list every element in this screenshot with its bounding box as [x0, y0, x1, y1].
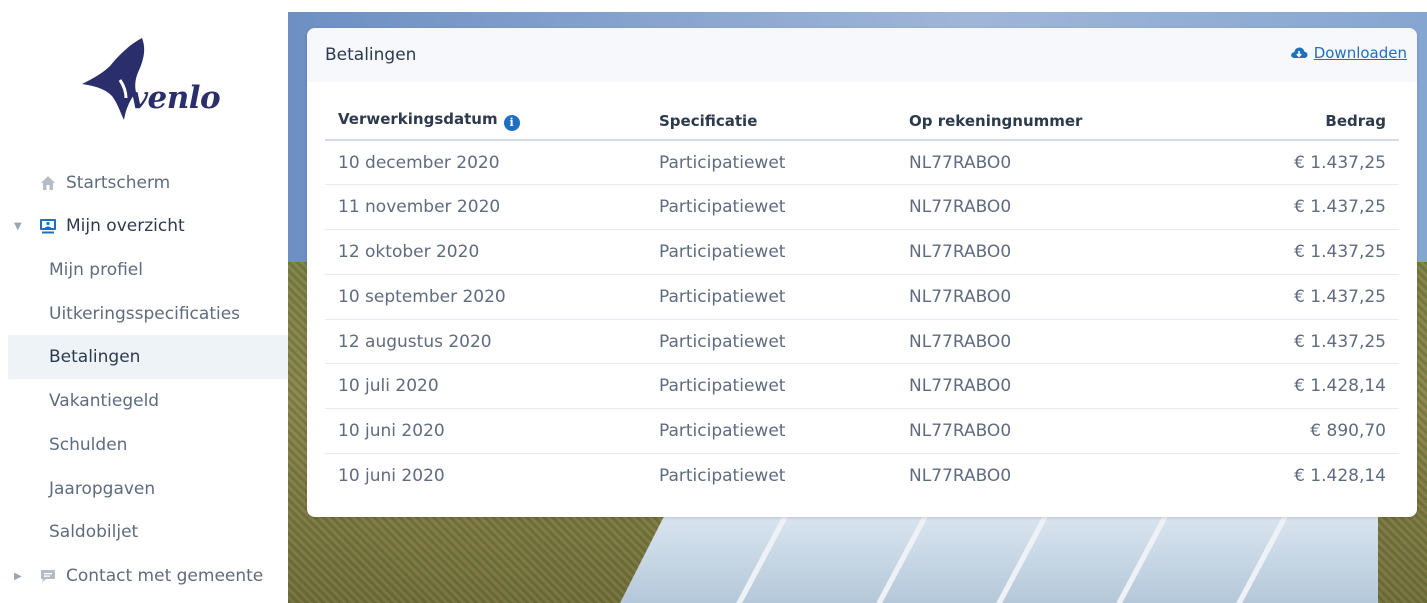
- app: venlo Startscherm ▼ Mijn overzicht Mijn …: [0, 0, 1427, 603]
- sidebar-item-label: Contact met gemeente: [66, 566, 264, 586]
- cell-amount: € 1.437,25: [1196, 140, 1399, 186]
- sidebar-item-label: Saldobiljet: [49, 522, 139, 542]
- table-header-row: Verwerkingsdatum i Specificatie Op rekeni…: [325, 102, 1399, 141]
- venlo-logo[interactable]: venlo: [80, 36, 230, 126]
- cell-account: NL77RABO0: [896, 408, 1196, 455]
- table-row[interactable]: 10 juli 2020 Participatiewet NL77RABO0 €…: [325, 363, 1399, 410]
- sidebar-item-label: Jaaropgaven: [49, 479, 156, 499]
- table-row[interactable]: 11 november 2020 Participatiewet NL77RAB…: [325, 184, 1399, 231]
- sidebar-item-betalingen[interactable]: Betalingen: [8, 335, 288, 379]
- sidebar-item-mijn-profiel[interactable]: Mijn profiel: [8, 248, 288, 292]
- cell-date: 10 juni 2020: [338, 466, 445, 487]
- cell-account: NL77RABO0: [896, 184, 1196, 231]
- sidebar-item-label: Betalingen: [49, 347, 141, 367]
- cell-account: NL77RABO0: [896, 363, 1196, 410]
- sidebar-item-jaaropgaven[interactable]: Jaaropgaven: [8, 467, 288, 511]
- cell-account: NL77RABO0: [909, 466, 1012, 487]
- cell-account: NL77RABO0: [896, 319, 1196, 365]
- cell-amount: € 1.437,25: [1196, 274, 1399, 320]
- chat-icon: [38, 566, 58, 586]
- table-row[interactable]: 12 oktober 2020 Participatiewet NL77RABO…: [325, 229, 1399, 275]
- cell-specification: Participatiewet: [659, 466, 786, 487]
- cell-amount: € 1.437,25: [1196, 319, 1399, 365]
- cell-amount: € 890,70: [1196, 408, 1399, 455]
- column-header-rekeningnummer[interactable]: Op rekeningnummer: [896, 102, 1196, 141]
- sidebar-item-saldobiljet[interactable]: Saldobiljet: [8, 510, 288, 554]
- cell-specification: Participatiewet: [646, 319, 896, 365]
- sidebar-item-label: Vakantiegeld: [49, 391, 160, 411]
- table-row[interactable]: 10 september 2020 Participatiewet NL77RA…: [325, 274, 1399, 320]
- cell-specification: Participatiewet: [646, 184, 896, 231]
- column-header-specificatie[interactable]: Specificatie: [646, 102, 896, 141]
- download-link[interactable]: Downloaden: [1290, 44, 1407, 62]
- cell-amount: € 1.428,14: [1294, 466, 1386, 487]
- chevron-down-icon: ▼: [14, 220, 22, 232]
- logo-text: venlo: [130, 80, 221, 116]
- sidebar-item-label: Uitkeringsspecificaties: [49, 304, 241, 324]
- sidebar-item-label: Startscherm: [66, 173, 171, 193]
- sidebar-item-label: Mijn profiel: [49, 260, 143, 280]
- cell-date: 10 september 2020: [325, 274, 646, 320]
- home-icon: [38, 173, 58, 193]
- sidebar-item-label: Mijn overzicht: [66, 216, 185, 236]
- cell-specification: Participatiewet: [646, 408, 896, 455]
- cloud-download-icon: [1290, 47, 1308, 58]
- download-label: Downloaden: [1313, 44, 1407, 62]
- page-title: Betalingen: [325, 45, 417, 65]
- cell-date: 12 augustus 2020: [325, 319, 646, 365]
- table-row[interactable]: 10 juni 2020 Participatiewet NL77RABO0 €…: [325, 454, 1399, 499]
- cell-specification: Participatiewet: [646, 229, 896, 275]
- column-header-verwerkingsdatum[interactable]: Verwerkingsdatum i: [325, 102, 646, 141]
- sidebar-item-mijn-overzicht[interactable]: ▼ Mijn overzicht: [8, 204, 288, 248]
- cell-account: NL77RABO0: [896, 140, 1196, 186]
- payments-table: Verwerkingsdatum i Specificatie Op rekeni…: [325, 102, 1399, 498]
- sidebar: venlo Startscherm ▼ Mijn overzicht Mijn …: [0, 0, 288, 603]
- sidebar-item-contact-met-gemeente[interactable]: ▶ Contact met gemeente: [8, 554, 288, 598]
- cell-amount: € 1.437,25: [1196, 184, 1399, 231]
- table-row[interactable]: 10 december 2020 Participatiewet NL77RAB…: [325, 140, 1399, 186]
- chevron-right-icon: ▶: [14, 570, 22, 582]
- sidebar-item-vakantiegeld[interactable]: Vakantiegeld: [8, 379, 288, 423]
- cell-amount: € 1.437,25: [1196, 229, 1399, 275]
- cell-specification: Participatiewet: [646, 363, 896, 410]
- cell-specification: Participatiewet: [646, 140, 896, 186]
- cell-account: NL77RABO0: [896, 229, 1196, 275]
- cell-specification: Participatiewet: [646, 274, 896, 320]
- sidebar-item-label: Schulden: [49, 435, 128, 455]
- sidebar-item-schulden[interactable]: Schulden: [8, 423, 288, 467]
- table-row[interactable]: 10 juni 2020 Participatiewet NL77RABO0 €…: [325, 408, 1399, 455]
- cell-date: 12 oktober 2020: [325, 229, 646, 275]
- column-header-bedrag[interactable]: Bedrag: [1196, 102, 1399, 141]
- cell-date: 10 december 2020: [325, 140, 646, 186]
- cell-account: NL77RABO0: [896, 274, 1196, 320]
- cell-date: 10 juli 2020: [325, 363, 646, 410]
- card-header: Betalingen Downloaden: [307, 28, 1417, 82]
- sidebar-item-startscherm[interactable]: Startscherm: [8, 161, 288, 205]
- user-monitor-icon: [38, 216, 58, 236]
- table-row[interactable]: 12 augustus 2020 Participatiewet NL77RAB…: [325, 319, 1399, 365]
- cell-date: 11 november 2020: [325, 184, 646, 231]
- cell-amount: € 1.428,14: [1196, 363, 1399, 410]
- cell-date: 10 juni 2020: [325, 408, 646, 455]
- payments-card: Betalingen Downloaden Verwerkingsdatum i …: [307, 28, 1417, 517]
- sidebar-item-uitkeringsspecificaties[interactable]: Uitkeringsspecificaties: [8, 292, 288, 336]
- info-icon[interactable]: i: [503, 114, 520, 131]
